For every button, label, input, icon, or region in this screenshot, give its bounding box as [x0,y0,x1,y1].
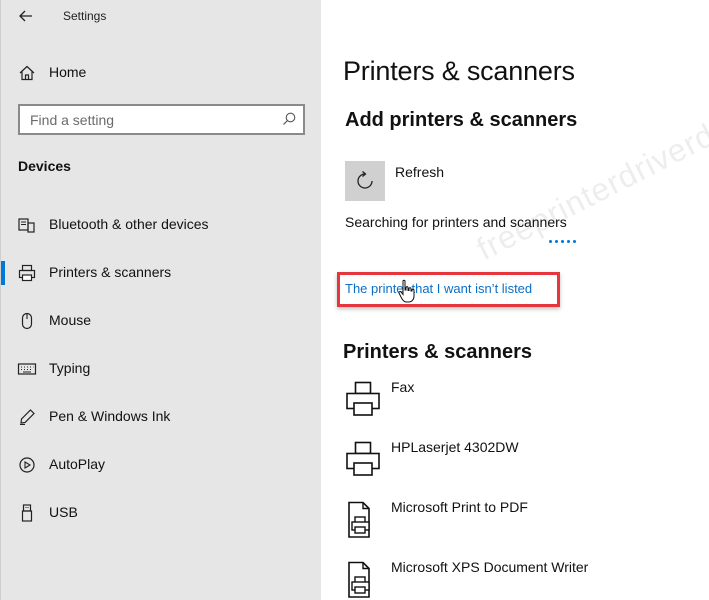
sidebar-item-label: AutoPlay [49,456,106,472]
sidebar-item-home[interactable]: Home [1,53,322,93]
keyboard-icon [17,363,37,375]
page-title: Printers & scanners [343,56,575,86]
sidebar-item-label: Home [49,64,87,80]
sidebar: Settings Home Devices Bluetooth & other … [0,0,321,600]
sidebar-item-autoplay[interactable]: AutoPlay [1,445,322,485]
autoplay-icon [19,457,35,473]
search-icon[interactable] [281,111,297,127]
device-name: Microsoft XPS Document Writer [391,559,589,575]
progress-indicator [549,240,576,243]
devices-section-title: Printers & scanners [343,341,532,363]
refresh-icon [357,171,373,189]
back-button[interactable] [13,5,39,27]
device-item-xps-writer[interactable]: Microsoft XPS Document Writer [345,557,685,600]
device-name: HPLaserjet 4302DW [391,439,519,455]
title-bar: Settings [1,0,322,34]
app-title: Settings [63,9,107,23]
hand-cursor-icon [398,279,415,303]
mouse-icon [21,312,33,330]
sidebar-item-label: Pen & Windows Ink [49,408,171,424]
sidebar-item-label: Bluetooth & other devices [49,216,209,232]
search-field[interactable] [18,104,305,135]
device-name: Fax [391,379,415,395]
section-header-devices: Devices [18,158,71,174]
device-name: Microsoft Print to PDF [391,499,528,515]
document-printer-icon [348,561,370,598]
sidebar-item-label: Printers & scanners [49,264,172,280]
printer-icon [18,264,36,282]
sidebar-item-printers[interactable]: Printers & scanners [1,253,322,293]
device-item-hp-laserjet[interactable]: HPLaserjet 4302DW [345,437,685,485]
device-item-fax[interactable]: Fax [345,377,685,425]
sidebar-item-label: Mouse [49,312,92,328]
pen-icon [20,409,35,425]
sidebar-item-label: USB [49,504,78,520]
back-arrow-icon [19,10,32,22]
sidebar-item-typing[interactable]: Typing [1,349,322,389]
printer-icon [346,381,380,416]
add-section-title: Add printers & scanners [345,109,578,131]
bluetooth-devices-icon [18,218,35,233]
device-item-print-to-pdf[interactable]: Microsoft Print to PDF [345,497,685,545]
main-panel: Printers & scanners Add printers & scann… [321,0,709,600]
document-printer-icon [348,501,370,538]
printer-not-listed-link[interactable]: The printer that I want isn’t listed [345,281,532,296]
sidebar-item-pen[interactable]: Pen & Windows Ink [1,397,322,437]
search-input[interactable] [20,106,275,133]
usb-icon [21,504,33,522]
printer-icon [346,441,380,476]
sidebar-item-mouse[interactable]: Mouse [1,301,322,341]
refresh-button[interactable] [345,161,385,201]
active-indicator [1,261,5,285]
refresh-label[interactable]: Refresh [395,164,444,180]
sidebar-item-usb[interactable]: USB [1,493,322,533]
searching-status: Searching for printers and scanners [345,214,567,230]
sidebar-item-bluetooth[interactable]: Bluetooth & other devices [1,205,322,245]
home-icon [19,65,35,81]
sidebar-item-label: Typing [49,360,91,376]
